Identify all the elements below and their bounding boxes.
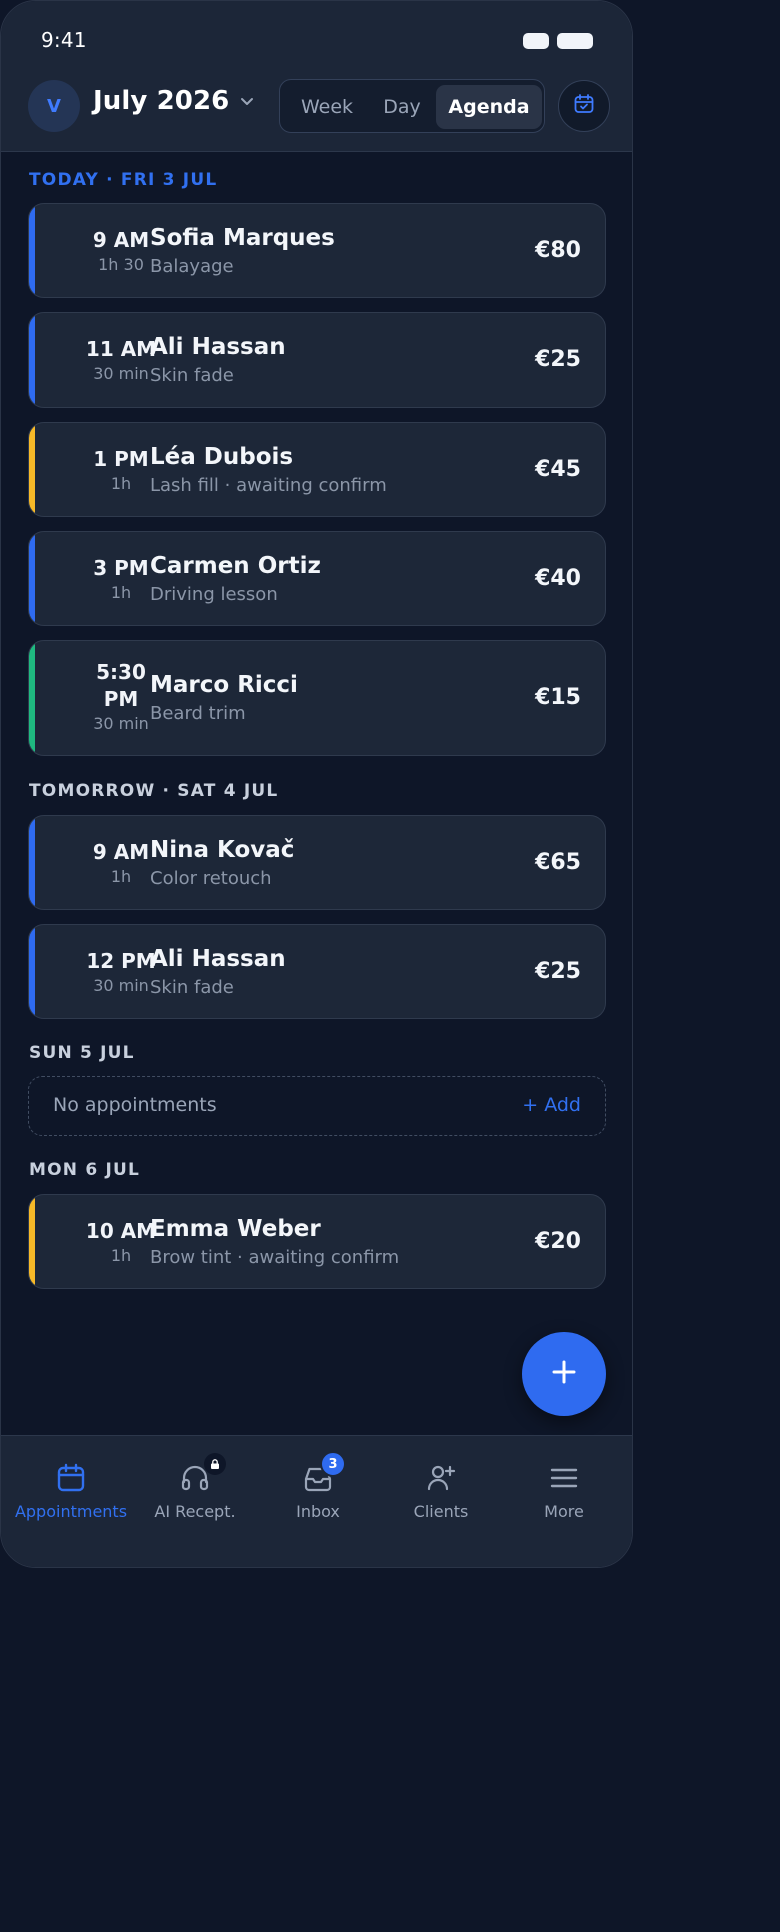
view-switcher: Week Day Agenda bbox=[279, 79, 545, 133]
client-name: Carmen Ortiz bbox=[150, 553, 321, 579]
appointment-info: Ali Hassan Skin fade bbox=[150, 944, 286, 1001]
appointment-price: €25 bbox=[535, 959, 581, 984]
calendar-button[interactable] bbox=[558, 80, 610, 132]
client-name: Léa Dubois bbox=[150, 444, 294, 470]
appointment-card[interactable]: 1 PM 1h Léa Dubois Lash fill · awaiting … bbox=[28, 422, 606, 517]
bottom-nav: Appointments AI Recept. 3 Inbox Clients bbox=[1, 1435, 632, 1567]
appointment-info: Nina Kovač Color retouch bbox=[150, 835, 294, 892]
section-label-sun: SUN 5 JUL bbox=[29, 1043, 135, 1063]
appointment-info: Marco Ricci Beard trim bbox=[150, 670, 298, 727]
phone-screen: 9:41 V July 2026 Week Day Agenda TODAY ·… bbox=[0, 0, 633, 1568]
nav-item-ai-receptionist[interactable]: AI Recept. bbox=[132, 1436, 258, 1546]
empty-day-slot: No appointments + Add bbox=[28, 1076, 606, 1136]
appointment-info: Emma Weber Brow tint · awaiting confirm bbox=[150, 1214, 399, 1271]
status-bar bbox=[29, 313, 35, 407]
section-label-mon: MON 6 JUL bbox=[29, 1160, 141, 1180]
appointment-price: €45 bbox=[535, 457, 581, 482]
view-tab-agenda[interactable]: Agenda bbox=[436, 85, 542, 129]
appointment-price: €25 bbox=[535, 347, 581, 372]
status-bar bbox=[29, 1195, 35, 1288]
status-bar bbox=[29, 423, 35, 516]
appointment-info: Carmen Ortiz Driving lesson bbox=[150, 551, 321, 608]
appointment-card[interactable]: 9 AM 1h 30 Sofia Marques Balayage €80 bbox=[28, 203, 606, 298]
client-name: Marco Ricci bbox=[150, 672, 298, 698]
nav-item-clients[interactable]: Clients bbox=[378, 1436, 504, 1546]
add-person-icon bbox=[425, 1462, 457, 1494]
status-bar bbox=[29, 204, 35, 297]
client-name: Sofia Marques bbox=[150, 225, 335, 251]
service-name: Skin fade bbox=[150, 365, 234, 386]
nav-item-inbox[interactable]: 3 Inbox bbox=[255, 1436, 381, 1546]
nav-item-more[interactable]: More bbox=[501, 1436, 627, 1546]
view-tab-week[interactable]: Week bbox=[286, 85, 368, 129]
nav-label: AI Recept. bbox=[154, 1502, 236, 1521]
appointment-price: €40 bbox=[535, 566, 581, 591]
nav-label: Clients bbox=[413, 1502, 469, 1521]
nav-item-appointments[interactable]: Appointments bbox=[8, 1436, 134, 1546]
status-bar bbox=[29, 532, 35, 625]
service-name: Beard trim bbox=[150, 703, 246, 724]
month-picker[interactable]: July 2026 bbox=[93, 86, 257, 116]
empty-day-text: No appointments bbox=[53, 1094, 217, 1116]
appointment-card[interactable]: 3 PM 1h Carmen Ortiz Driving lesson €40 bbox=[28, 531, 606, 626]
service-name: Balayage bbox=[150, 256, 234, 277]
new-appointment-button[interactable] bbox=[522, 1332, 606, 1416]
appointment-card[interactable]: 12 PM 30 min Ali Hassan Skin fade €25 bbox=[28, 924, 606, 1019]
status-bar bbox=[29, 816, 35, 909]
appointment-card[interactable]: 11 AM 30 min Ali Hassan Skin fade €25 bbox=[28, 312, 606, 408]
nav-label: Inbox bbox=[296, 1502, 340, 1521]
menu-icon bbox=[548, 1462, 580, 1494]
month-label: July 2026 bbox=[93, 86, 230, 116]
appointment-card[interactable]: 9 AM 1h Nina Kovač Color retouch €65 bbox=[28, 815, 606, 910]
appointment-price: €20 bbox=[535, 1229, 581, 1254]
avatar[interactable]: V bbox=[28, 80, 80, 132]
client-name: Emma Weber bbox=[150, 1216, 321, 1242]
service-name: Brow tint · awaiting confirm bbox=[150, 1247, 400, 1268]
status-time: 9:41 bbox=[41, 28, 87, 52]
status-bar bbox=[29, 925, 35, 1018]
plus-icon bbox=[550, 1358, 578, 1390]
section-label-today: TODAY · FRI 3 JUL bbox=[29, 170, 218, 190]
appointment-info: Ali Hassan Skin fade bbox=[150, 332, 286, 389]
client-name: Nina Kovač bbox=[150, 837, 295, 863]
appointment-info: Sofia Marques Balayage bbox=[150, 223, 335, 280]
lock-icon bbox=[204, 1453, 226, 1475]
view-tab-day[interactable]: Day bbox=[368, 85, 436, 129]
nav-label: More bbox=[544, 1502, 584, 1521]
signal-indicator bbox=[523, 33, 549, 49]
calendar-check-icon bbox=[572, 92, 596, 120]
appointment-card[interactable]: 5:30 PM 30 min Marco Ricci Beard trim €1… bbox=[28, 640, 606, 756]
battery-indicator bbox=[557, 33, 593, 49]
service-name: Skin fade bbox=[150, 977, 234, 998]
nav-label: Appointments bbox=[14, 1502, 128, 1521]
service-name: Color retouch bbox=[150, 868, 272, 889]
appointment-price: €65 bbox=[535, 850, 581, 875]
top-header: 9:41 V July 2026 Week Day Agenda bbox=[1, 1, 632, 152]
appointment-price: €15 bbox=[535, 685, 581, 710]
service-name: Lash fill · awaiting confirm bbox=[150, 475, 387, 496]
service-name: Driving lesson bbox=[150, 584, 278, 605]
client-name: Ali Hassan bbox=[150, 334, 286, 360]
appointment-card[interactable]: 10 AM 1h Emma Weber Brow tint · awaiting… bbox=[28, 1194, 606, 1289]
section-label-tomorrow: TOMORROW · SAT 4 JUL bbox=[29, 781, 279, 801]
client-name: Ali Hassan bbox=[150, 946, 286, 972]
calendar-icon bbox=[55, 1462, 87, 1494]
status-bar bbox=[29, 641, 35, 755]
add-appointment-link[interactable]: + Add bbox=[522, 1094, 581, 1116]
chevron-down-icon bbox=[239, 92, 257, 110]
inbox-badge: 3 bbox=[320, 1451, 346, 1477]
appointment-price: €80 bbox=[535, 238, 581, 263]
appointment-info: Léa Dubois Lash fill · awaiting confirm bbox=[150, 442, 387, 499]
